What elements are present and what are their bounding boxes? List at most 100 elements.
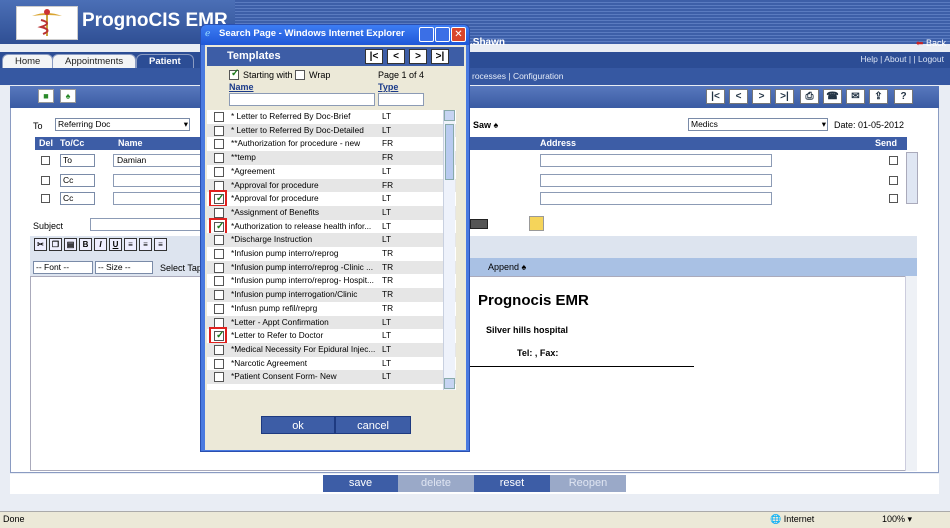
address-input[interactable] xyxy=(540,154,772,167)
subnav-links[interactable]: rocesses | Configuration xyxy=(472,71,564,81)
template-row[interactable]: *Infusion pump interrogation/Clinic TR xyxy=(207,288,456,302)
delete-button[interactable]: delete xyxy=(398,475,474,492)
align-center-icon[interactable]: ≡ xyxy=(139,238,152,251)
template-checkbox[interactable] xyxy=(214,358,224,369)
cancel-button[interactable]: cancel xyxy=(335,416,411,434)
ok-button[interactable]: ok xyxy=(261,416,335,434)
template-checkbox[interactable] xyxy=(214,344,224,355)
wrap-checkbox[interactable] xyxy=(295,70,305,80)
close-icon[interactable]: ✕ xyxy=(451,27,466,42)
name-input[interactable]: Damian xyxy=(113,154,208,167)
template-row[interactable]: *Patient Consent Form- New LT xyxy=(207,370,456,384)
binoculars-icon[interactable]: ♠ xyxy=(494,120,499,130)
tab-appointments[interactable]: Appointments xyxy=(52,54,137,68)
grid-scrollbar[interactable] xyxy=(906,152,918,204)
template-row[interactable]: ✓ *Approval for procedure LT xyxy=(207,190,456,208)
tab-home[interactable]: Home xyxy=(2,54,54,68)
scroll-thumb[interactable] xyxy=(445,124,454,180)
first-page-button[interactable]: |< xyxy=(365,49,383,64)
address-input[interactable] xyxy=(540,192,772,205)
del-checkbox[interactable] xyxy=(41,176,50,185)
save-button[interactable]: save xyxy=(323,475,398,492)
tocc-select[interactable]: To xyxy=(60,154,95,167)
medics-select[interactable]: Medics ▾ xyxy=(688,118,828,131)
align-right-icon[interactable]: ≡ xyxy=(154,238,167,251)
bold-icon[interactable]: B xyxy=(79,238,92,251)
template-row[interactable]: * Letter to Referred By Doc-Detailed LT xyxy=(207,123,456,138)
template-checkbox[interactable] xyxy=(214,290,224,301)
template-row[interactable]: *Narcotic Agreement LT xyxy=(207,357,456,371)
to-select[interactable]: Referring Doc ▾ xyxy=(55,118,190,131)
italic-icon[interactable]: I xyxy=(94,238,107,251)
size-select[interactable]: -- Size -- xyxy=(95,261,153,274)
name-input[interactable] xyxy=(113,174,208,187)
zoom-level[interactable]: 100% ▾ xyxy=(882,512,912,527)
send-checkbox[interactable] xyxy=(889,156,898,165)
templates-scrollbar[interactable] xyxy=(443,110,455,390)
template-row[interactable]: ✓ *Letter to Refer to Doctor LT xyxy=(207,327,456,345)
prev-page-button[interactable]: < xyxy=(387,49,405,64)
template-checkbox[interactable] xyxy=(214,235,224,246)
template-checkbox[interactable] xyxy=(214,249,224,259)
font-select[interactable]: -- Font -- xyxy=(33,261,93,274)
starting-with-checkbox[interactable]: ✓ xyxy=(229,68,239,80)
template-row[interactable]: *Agreement LT xyxy=(207,165,456,179)
content-scrollbar[interactable] xyxy=(905,276,917,471)
scroll-down-icon[interactable] xyxy=(444,378,455,389)
align-left-icon[interactable]: ≡ xyxy=(124,238,137,251)
copy-icon[interactable]: ❐ xyxy=(49,238,62,251)
template-checkbox[interactable]: ✓ xyxy=(214,330,224,342)
top-links[interactable]: Help | About | | Logout xyxy=(860,54,944,64)
template-checkbox[interactable] xyxy=(214,153,224,164)
template-checkbox[interactable] xyxy=(214,180,224,191)
tocc-select[interactable]: Cc xyxy=(60,192,95,205)
send-checkbox[interactable] xyxy=(889,176,898,185)
new-doc-icon[interactable]: ■ xyxy=(38,89,54,103)
template-checkbox[interactable]: ✓ xyxy=(214,193,224,205)
print-icon[interactable]: ⎙ xyxy=(800,89,819,104)
tab-patient[interactable]: Patient xyxy=(136,54,194,68)
template-checkbox[interactable] xyxy=(214,276,224,287)
template-row[interactable]: *Assignment of Benefits LT xyxy=(207,205,456,220)
minimize-button[interactable] xyxy=(419,27,434,42)
template-checkbox[interactable] xyxy=(214,262,224,273)
template-row[interactable]: *Infusion pump interro/reprog -Clinic ..… xyxy=(207,260,456,275)
email-icon[interactable]: ✉ xyxy=(846,89,865,104)
first-page-button[interactable]: |< xyxy=(706,89,725,104)
fax-icon[interactable]: ☎ xyxy=(823,89,842,104)
template-checkbox[interactable] xyxy=(214,139,224,150)
edit-note-icon[interactable] xyxy=(529,216,544,231)
back-link[interactable]: ⬅ Back xyxy=(916,38,946,49)
name-column-header[interactable]: Name xyxy=(229,82,254,92)
help-button[interactable]: ? xyxy=(894,89,913,104)
prev-page-button[interactable]: < xyxy=(729,89,748,104)
cut-icon[interactable]: ✂ xyxy=(34,238,47,251)
next-page-button[interactable]: > xyxy=(752,89,771,104)
append-label[interactable]: Append ♠ xyxy=(488,262,526,272)
template-checkbox[interactable]: ✓ xyxy=(214,221,224,232)
maximize-button[interactable] xyxy=(435,27,450,42)
send-checkbox[interactable] xyxy=(889,194,898,203)
name-input[interactable] xyxy=(113,192,208,205)
type-filter-input[interactable] xyxy=(378,93,424,106)
tocc-select[interactable]: Cc xyxy=(60,174,95,187)
template-row[interactable]: * Letter to Referred By Doc-Brief LT xyxy=(207,110,456,124)
template-checkbox[interactable] xyxy=(214,125,224,136)
search-binoculars-icon[interactable]: ♠ xyxy=(60,89,76,103)
template-row[interactable]: *Medical Necessity For Epidural Injec...… xyxy=(207,342,456,357)
last-page-button[interactable]: >| xyxy=(431,49,449,64)
template-checkbox[interactable] xyxy=(214,372,224,383)
template-checkbox[interactable] xyxy=(214,112,224,122)
name-filter-input[interactable] xyxy=(229,93,375,106)
type-column-header[interactable]: Type xyxy=(378,82,398,92)
next-page-button[interactable]: > xyxy=(409,49,427,64)
underline-icon[interactable]: U xyxy=(109,238,122,251)
paste-icon[interactable]: ▤ xyxy=(64,238,77,251)
reset-button[interactable]: reset xyxy=(474,475,550,492)
template-row[interactable]: *Infusion pump interro/reprog TR xyxy=(207,247,456,261)
reopen-button[interactable]: Reopen xyxy=(550,475,626,492)
browse-button[interactable] xyxy=(470,219,488,229)
template-row[interactable]: *Approval for procedure FR xyxy=(207,178,456,193)
last-page-button[interactable]: >| xyxy=(775,89,794,104)
del-checkbox[interactable] xyxy=(41,194,50,203)
